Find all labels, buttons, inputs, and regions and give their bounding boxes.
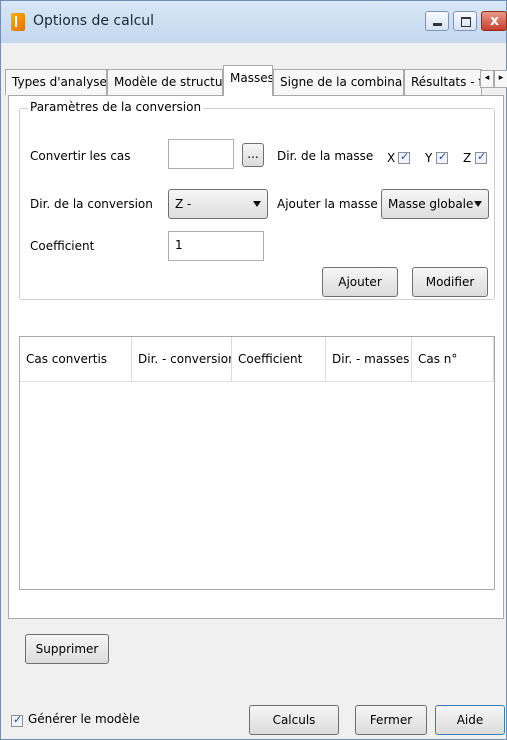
tab-masses[interactable]: Masses [223,65,273,96]
add-mass-to-value: Masse globale [388,197,474,211]
app-logo-icon [11,13,25,31]
mass-dir-z-label: Z [463,151,472,165]
dialog-footer: Générer le modèle Calculs Fermer Aide [1,681,506,739]
close-button[interactable]: Fermer [355,705,427,735]
add-button[interactable]: Ajouter [322,267,398,297]
chevron-down-icon [474,201,482,207]
conversion-direction-label: Dir. de la conversion [30,197,153,211]
column-header[interactable]: Dir. - conversion [132,337,232,381]
add-mass-to-label: Ajouter la masse à [277,197,389,211]
delete-button[interactable]: Supprimer [25,634,109,664]
mass-direction-label: Dir. de la masse [277,149,374,163]
group-title: Paramètres de la conversion [28,100,204,114]
mass-dir-x-checkbox[interactable] [398,150,410,164]
tab-modele-structure[interactable]: Modèle de structure [107,69,223,95]
modify-button[interactable]: Modifier [412,267,488,297]
generate-model-label: Générer le modèle [28,712,140,726]
column-header[interactable]: Cas convertis [20,337,132,381]
conversion-direction-value: Z - [175,197,192,211]
browse-button[interactable]: ... [242,143,264,167]
calculations-button[interactable]: Calculs [249,705,339,735]
column-header[interactable]: Cas n° [412,337,494,381]
coefficient-label: Coefficient [30,239,95,253]
help-button[interactable]: Aide [435,705,505,735]
mass-dir-y-checkbox[interactable] [436,150,448,164]
add-mass-to-select[interactable]: Masse globale [381,189,489,219]
conversion-direction-select[interactable]: Z - [168,189,268,219]
window-title: Options de calcul [33,13,155,29]
column-header[interactable]: Coefficient [232,337,326,381]
coefficient-input[interactable]: 1 [168,231,264,261]
tab-types-analyse[interactable]: Types d'analyse [5,69,107,95]
convert-cases-input[interactable] [168,139,234,169]
convert-cases-label: Convertir les cas [30,149,131,163]
generate-model-checkbox[interactable] [11,713,23,727]
tab-scroll-left-icon[interactable]: ◂ [480,70,494,88]
chevron-down-icon [253,201,261,207]
minimize-icon[interactable] [425,11,449,31]
mass-dir-y-label: Y [425,151,433,165]
close-icon[interactable] [481,11,507,31]
mass-dir-x-label: X [387,151,396,165]
tab-strip: Types d'analyse Modèle de structure Mass… [5,65,507,96]
masses-panel: Paramètres de la conversion Convertir le… [8,95,504,619]
title-bar: Options de calcul [1,1,507,43]
converted-cases-table[interactable]: Cas convertis Dir. - conversion Coeffici… [19,336,495,590]
tab-scroll-right-icon[interactable]: ▸ [494,70,507,88]
conversion-group: Paramètres de la conversion Convertir le… [19,100,495,300]
maximize-icon[interactable] [453,11,477,31]
table-header: Cas convertis Dir. - conversion Coeffici… [20,337,494,382]
mass-dir-z-checkbox[interactable] [475,150,487,164]
tab-resultats[interactable]: Résultats - fil [404,69,482,95]
tab-signe-combinaison[interactable]: Signe de la combinaison [273,69,404,95]
column-header[interactable]: Dir. - masses [326,337,412,381]
options-dialog: Options de calcul Types d'analyse Modèle… [0,0,507,740]
